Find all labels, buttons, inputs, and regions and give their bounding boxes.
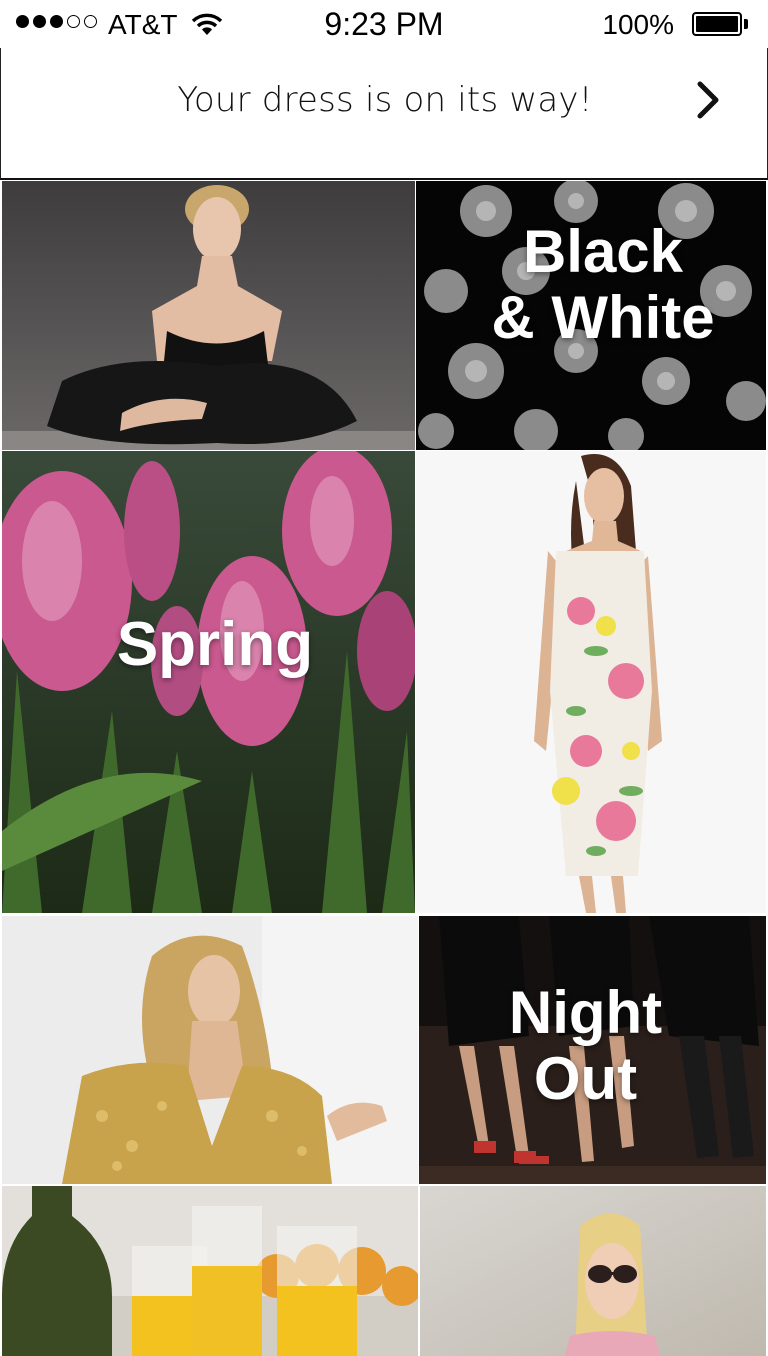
gold-jacket-model-image [2,916,418,1184]
status-bar: AT&T 9:23 PM 100% [0,0,768,48]
gold-sequin-photo[interactable] [2,916,418,1184]
chevron-right-icon[interactable] [693,80,723,120]
black-and-white-label-line2: & White [491,284,715,351]
battery-icon [692,12,742,36]
floral-dress-model-image [416,451,766,913]
black-dress-model-image [2,181,415,450]
battery-tip [744,19,748,29]
black-tulle-dress-photo[interactable] [2,181,415,450]
night-out-label-line2: Out [533,1045,638,1112]
floral-dress-photo[interactable] [416,451,766,913]
blonde-sunglasses-image [420,1186,766,1356]
shipping-notification-banner[interactable]: Your dress is on its way! [0,48,768,180]
black-and-white-label: Black & White [416,219,766,351]
blonde-sunglasses-photo[interactable] [420,1186,766,1356]
battery-percentage: 100% [602,9,674,40]
pink-tulips-image [2,451,415,913]
night-out-label: Night Out [419,980,752,1112]
spring-category[interactable]: Spring [2,451,415,913]
brunch-drinks-photo[interactable] [2,1186,418,1356]
mimosa-drinks-image [2,1186,418,1356]
shipping-notification-text: Your dress is on its way! [177,80,593,120]
night-out-label-line1: Night [508,979,663,1046]
black-and-white-category[interactable]: Black & White [416,181,766,450]
spring-label: Spring [116,610,314,679]
night-out-category[interactable]: Night Out [419,916,766,1184]
black-and-white-label-line1: Black [522,218,684,285]
